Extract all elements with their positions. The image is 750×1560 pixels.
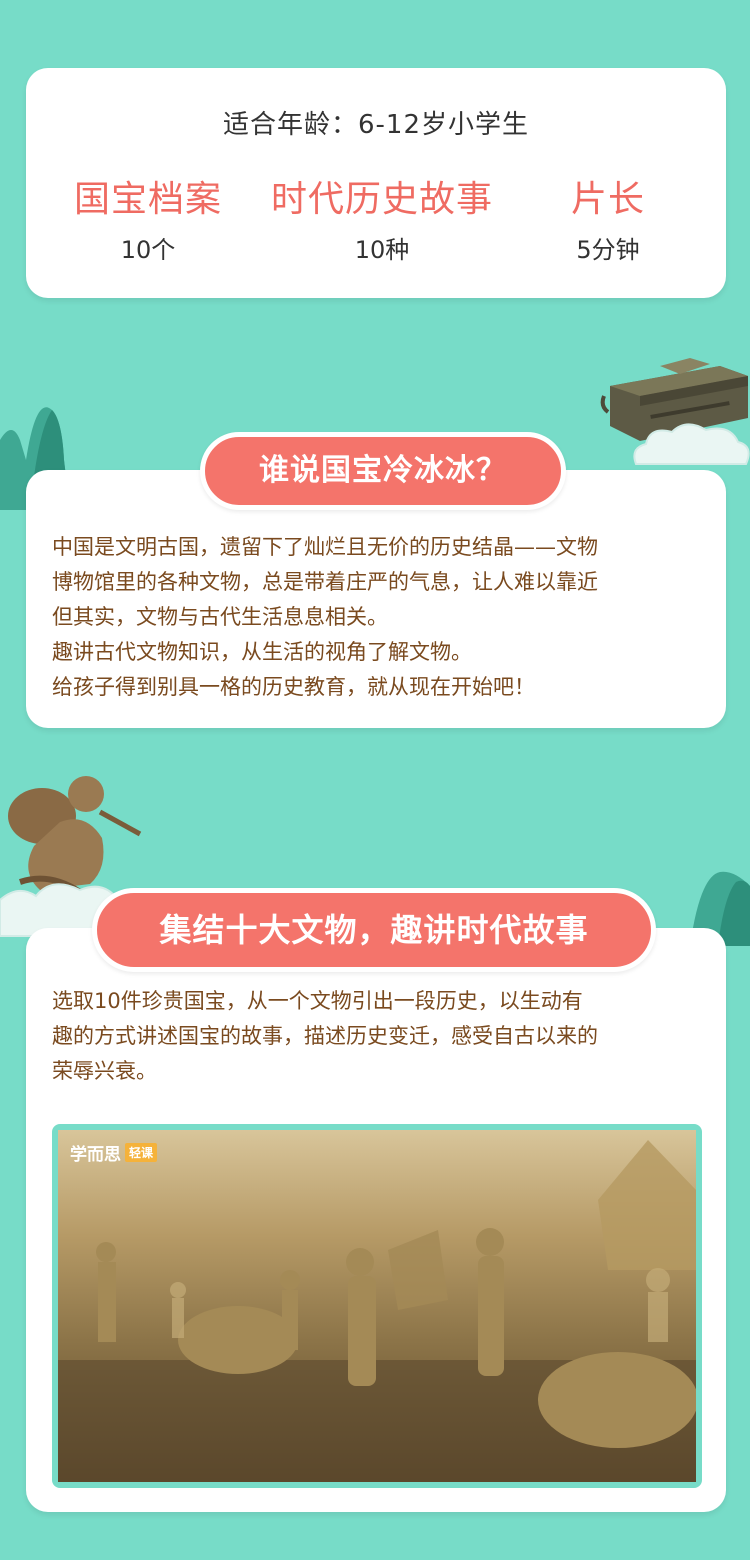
stat-length-title: 片长 <box>570 179 645 220</box>
brand-tag: 轻课 <box>125 1143 158 1162</box>
stat-stories: 时代历史故事 10种 <box>262 178 502 265</box>
age-label: 适合年龄：6-12岁小学生 <box>222 110 529 140</box>
stat-archives-value: 10个 <box>120 236 176 264</box>
stat-stories-value: 10种 <box>354 236 410 264</box>
video-scene-image: 学而思 轻课 <box>58 1130 696 1482</box>
intro-line: 博物馆里的各种文物，总是带着庄严的气息，让人难以靠近 <box>52 570 598 594</box>
section-heading-ten-relics: 集结十大文物，趣讲时代故事 <box>92 888 656 972</box>
intro-line: 给孩子得到别具一格的历史教育，就从现在开始吧！ <box>52 675 535 699</box>
cloud-decoration <box>633 423 750 465</box>
stat-archives: 国宝档案 10个 <box>28 178 268 265</box>
course-info-card: 适合年龄：6-12岁小学生 国宝档案 10个 时代历史故事 10种 片长 5分钟 <box>26 68 726 298</box>
video-scene-illustration <box>58 1140 696 1482</box>
stat-length-value: 5分钟 <box>576 236 640 264</box>
story-card: 选取10件珍贵国宝，从一个文物引出一段历史，以生动有 趣的方式讲述国宝的故事，描… <box>26 928 726 1512</box>
story-line: 趣的方式讲述国宝的故事，描述历史变迁，感受自古以来的 <box>52 1024 598 1048</box>
story-line: 荣辱兴衰。 <box>52 1059 157 1083</box>
intro-line: 趣讲古代文物知识，从生活的视角了解文物。 <box>52 640 472 664</box>
brand-name: 学而思 <box>70 1145 121 1165</box>
intro-line: 中国是文明古国，遗留下了灿烂且无价的历史结晶——文物 <box>52 535 598 559</box>
stat-stories-title: 时代历史故事 <box>270 179 493 220</box>
stat-length: 片长 5分钟 <box>488 178 728 265</box>
intro-text: 中国是文明古国，遗留下了灿烂且无价的历史结晶——文物 博物馆里的各种文物，总是带… <box>52 530 712 705</box>
story-line: 选取10件珍贵国宝，从一个文物引出一段历史，以生动有 <box>52 989 583 1013</box>
stat-archives-title: 国宝档案 <box>73 179 222 220</box>
story-text: 选取10件珍贵国宝，从一个文物引出一段历史，以生动有 趣的方式讲述国宝的故事，描… <box>52 984 702 1089</box>
section-heading-cold-treasures: 谁说国宝冷冰冰？ <box>200 432 566 510</box>
video-preview[interactable]: 学而思 轻课 <box>52 1124 702 1488</box>
video-brand-logo: 学而思 轻课 <box>70 1140 158 1165</box>
intro-line: 但其实，文物与古代生活息息相关。 <box>52 605 388 629</box>
